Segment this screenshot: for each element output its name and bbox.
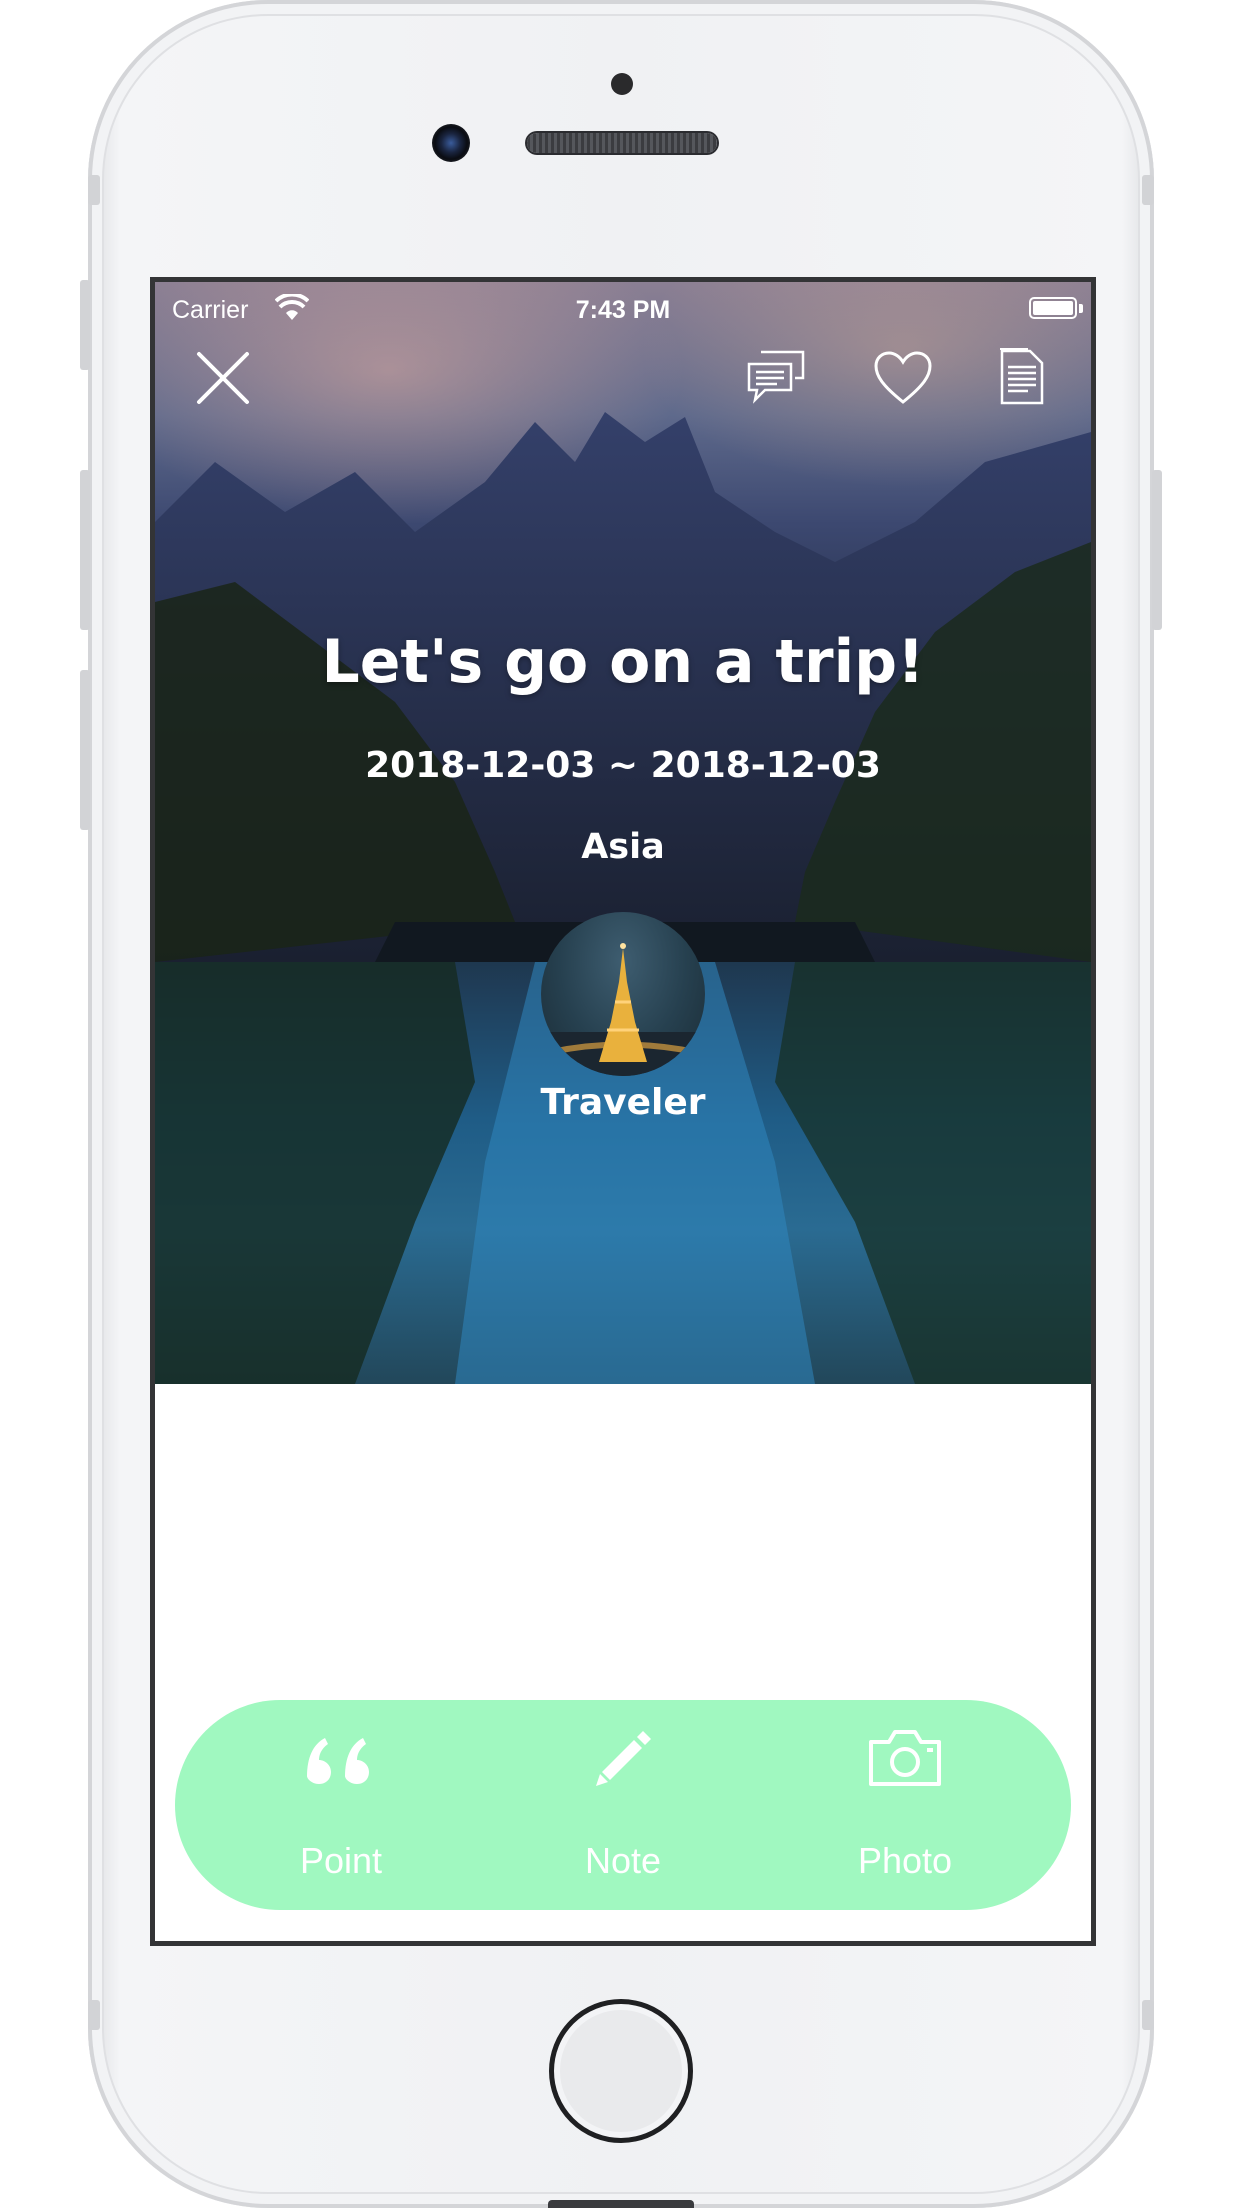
power-button [1152,470,1162,630]
document-icon[interactable] [998,345,1046,407]
camera-icon [869,1730,941,1786]
frame-band-top-left [88,175,100,205]
frame-band-bottom-right [1142,2000,1154,2030]
trip-dates: 2018-12-03 ~ 2018-12-03 [365,745,881,786]
lightning-port [548,2200,694,2208]
pencil-icon [596,1731,651,1786]
chat-bubbles-icon[interactable] [745,348,807,406]
app-screen: Carrier 7:43 PM Let's go on a trip! 2018… [150,277,1096,1946]
home-button[interactable] [549,1999,693,2143]
frame-band-top-right [1142,175,1154,205]
status-bar: Carrier 7:43 PM [155,282,1091,338]
photo-action-button[interactable]: Photo [785,1700,1025,1910]
heart-icon[interactable] [873,350,933,406]
front-camera [432,124,470,162]
note-action-label: Note [584,1840,662,1881]
battery-tip [1079,304,1083,313]
earpiece-speaker [527,133,717,153]
photo-action-label: Photo [857,1840,953,1881]
note-action-button[interactable]: Note [503,1700,743,1910]
trip-cover-image: Carrier 7:43 PM Let's go on a trip! 2018… [155,282,1091,1384]
trip-region: Asia [581,827,665,867]
volume-up-button [80,470,90,630]
trip-title: Let's go on a trip! [321,627,925,697]
frame-band-bottom-left [88,2000,100,2030]
quote-icon [307,1738,369,1784]
author-avatar[interactable] [541,912,705,1076]
point-action-button[interactable]: Point [221,1700,461,1910]
mute-switch [80,280,90,370]
status-time: 7:43 PM [575,296,671,324]
author-name: Traveler [540,1082,706,1123]
proximity-sensor [611,73,633,95]
point-action-label: Point [299,1840,383,1881]
close-icon[interactable] [195,350,251,406]
battery-icon [1029,297,1077,319]
volume-down-button [80,670,90,830]
eiffel-tower-image [541,943,705,1076]
compose-action-bar: Point Note Photo [175,1700,1071,1910]
